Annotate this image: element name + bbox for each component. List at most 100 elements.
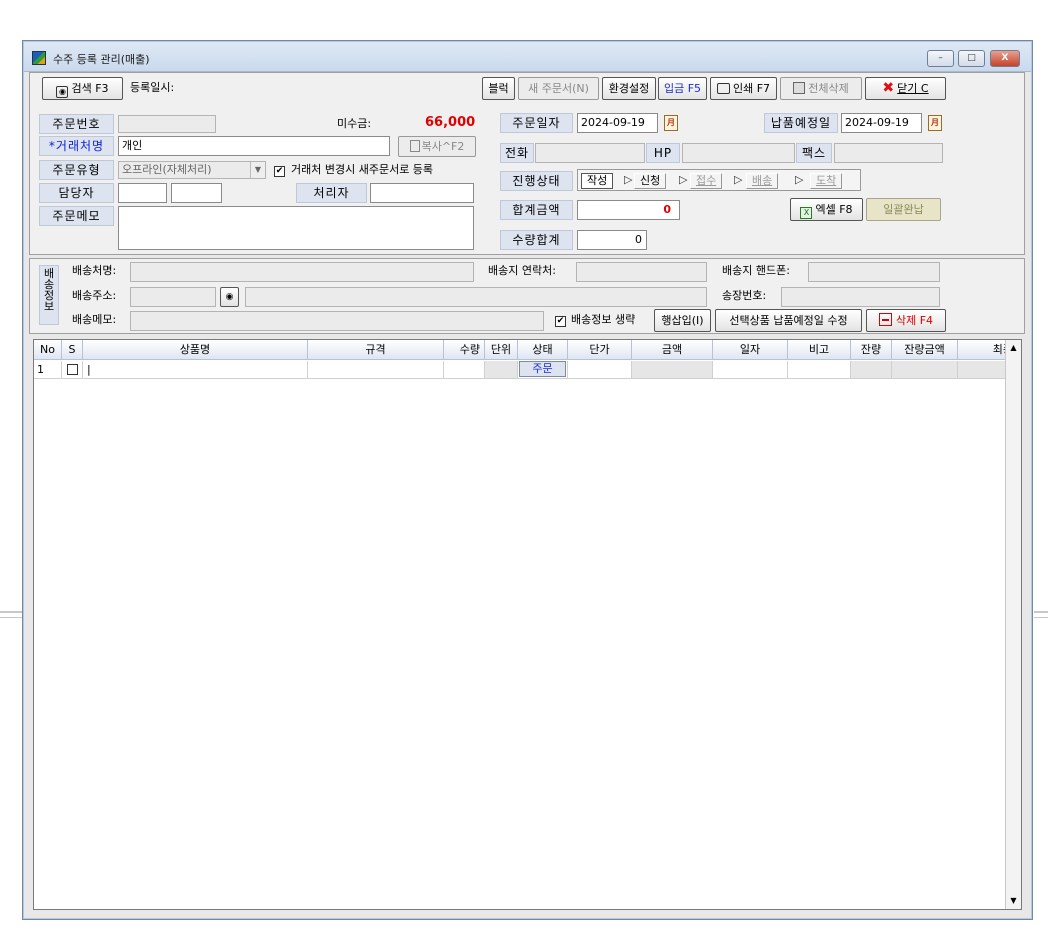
title-bar[interactable]: 수주 등록 관리(매출) – □ X xyxy=(24,42,1031,72)
total-label: 합계금액 xyxy=(500,200,573,220)
scroll-up-icon[interactable]: ▲ xyxy=(1006,340,1021,356)
insert-row-button[interactable]: 행삽입(I) xyxy=(654,309,711,332)
ship-address-label: 배송주소: xyxy=(72,289,117,302)
col-product[interactable]: 상품명 xyxy=(83,340,308,360)
ship-mobile-field[interactable] xyxy=(808,262,940,282)
bulk-paid-button[interactable]: 일괄완납 xyxy=(866,198,941,221)
progress-steps: 작성 ▷ 신청 ▷ 접수 ▷ 배송 ▷ 도착 xyxy=(577,169,861,191)
new-on-change-checkbox[interactable]: ✔ xyxy=(274,166,285,177)
arrow-right-icon: ▷ xyxy=(734,173,743,186)
col-final-label: 최종 xyxy=(992,343,1005,356)
delete-button[interactable]: 삭제 F4 xyxy=(866,309,946,332)
copy-button[interactable]: 복사^F2 xyxy=(398,136,476,157)
minimize-button[interactable]: – xyxy=(927,50,954,67)
fax-field[interactable] xyxy=(834,143,943,163)
col-spec[interactable]: 규격 xyxy=(308,340,444,360)
col-qty[interactable]: 수량 xyxy=(444,340,485,360)
deposit-button[interactable]: 입금 F5 xyxy=(658,77,707,100)
row-spec-cell[interactable] xyxy=(308,361,444,379)
zipcode-field[interactable] xyxy=(130,287,216,307)
vertical-scrollbar[interactable]: ▲ ▼ xyxy=(1005,340,1021,909)
maximize-button[interactable]: □ xyxy=(958,50,985,67)
print-button[interactable]: 인쇄 F7 xyxy=(710,77,777,100)
calendar-icon[interactable]: 月 xyxy=(664,115,678,131)
col-final[interactable]: 최종 xyxy=(958,340,1006,360)
hp-field[interactable] xyxy=(682,143,795,163)
copy-icon xyxy=(409,140,420,152)
chevron-down-icon[interactable]: ▼ xyxy=(250,162,265,178)
col-note[interactable]: 비고 xyxy=(788,340,851,360)
col-status[interactable]: 상태 xyxy=(518,340,568,360)
arrow-right-icon: ▷ xyxy=(795,173,804,186)
row-checkbox-cell[interactable] xyxy=(62,361,83,379)
phone-field[interactable] xyxy=(535,143,645,163)
ship-address-field[interactable] xyxy=(245,287,707,307)
delete-all-button[interactable]: 전체삭제 xyxy=(780,77,862,100)
search-label: 검색 F3 xyxy=(71,82,109,95)
col-remaining-amount[interactable]: 잔량금액 xyxy=(892,340,958,360)
row-qty-cell[interactable] xyxy=(444,361,485,379)
row-checkbox[interactable] xyxy=(67,364,78,375)
calendar-icon[interactable]: 月 xyxy=(928,115,942,131)
order-no-field[interactable] xyxy=(118,115,216,133)
col-amount[interactable]: 금액 xyxy=(632,340,713,360)
row-unit-cell[interactable] xyxy=(485,361,518,379)
background-line xyxy=(0,611,22,613)
arrow-right-icon: ▷ xyxy=(624,173,633,186)
memo-textarea[interactable] xyxy=(118,206,474,250)
col-unit-price[interactable]: 단가 xyxy=(568,340,632,360)
search-button[interactable]: ◉ 검색 F3 xyxy=(42,77,123,100)
row-note-cell[interactable] xyxy=(788,361,851,379)
new-order-button[interactable]: 새 주문서(N) xyxy=(518,77,599,100)
omit-shipping-checkbox[interactable]: ✔ xyxy=(555,316,566,327)
scroll-down-icon[interactable]: ▼ xyxy=(1006,893,1021,909)
step-ship[interactable]: 배송 xyxy=(746,173,779,189)
edit-delivery-date-button[interactable]: 선택상품 납품예정일 수정 xyxy=(715,309,862,332)
ship-name-field[interactable] xyxy=(130,262,474,282)
invoice-field[interactable] xyxy=(781,287,940,307)
settings-button[interactable]: 환경설정 xyxy=(602,77,656,100)
col-remaining[interactable]: 잔량 xyxy=(851,340,892,360)
ship-mobile-label: 배송지 핸드폰: xyxy=(722,264,790,277)
delivery-date-field[interactable]: 2024-09-19 xyxy=(841,113,922,133)
manager-code-field[interactable] xyxy=(118,183,167,203)
col-date[interactable]: 일자 xyxy=(713,340,788,360)
row-product-cell[interactable]: | xyxy=(83,361,308,379)
col-select[interactable]: S xyxy=(62,340,83,360)
customer-field[interactable]: 개인 xyxy=(118,136,390,156)
search-icon[interactable]: ◉ xyxy=(220,287,239,307)
manager-name-field[interactable] xyxy=(171,183,222,203)
manager-label: 담당자 xyxy=(39,183,114,203)
ship-contact-field[interactable] xyxy=(576,262,707,282)
ship-memo-field[interactable] xyxy=(130,311,544,331)
step-apply[interactable]: 신청 xyxy=(634,173,667,189)
row-date-cell[interactable] xyxy=(713,361,788,379)
col-unit[interactable]: 단위 xyxy=(485,340,518,360)
row-unit-price-cell[interactable] xyxy=(568,361,632,379)
row-amount-cell xyxy=(632,361,713,379)
row-status-cell[interactable]: 주문 xyxy=(518,361,568,379)
row-remaining-amount-cell xyxy=(892,361,958,379)
excel-icon: X xyxy=(800,207,813,219)
omit-shipping-label: 배송정보 생략 xyxy=(571,313,636,326)
handler-label: 처리자 xyxy=(296,183,367,203)
order-type-select[interactable]: 오프라인(자체처리) ▼ xyxy=(118,161,266,179)
col-no[interactable]: No xyxy=(34,340,62,360)
step-write[interactable]: 작성 xyxy=(581,173,614,189)
phone-label: 전화 xyxy=(500,143,534,163)
reg-date-label: 등록일시: xyxy=(130,81,175,94)
close-window-button[interactable]: X xyxy=(990,50,1020,67)
close-label: 닫기 C xyxy=(897,82,929,95)
status-badge[interactable]: 주문 xyxy=(519,361,566,377)
handler-field[interactable] xyxy=(370,183,474,203)
fax-label: 팩스 xyxy=(796,143,832,163)
excel-button[interactable]: X 엑셀 F8 xyxy=(790,198,863,221)
close-button[interactable]: ✖ 닫기 C xyxy=(865,77,946,100)
excel-label: 엑셀 F8 xyxy=(815,203,853,216)
step-receive[interactable]: 접수 xyxy=(690,173,723,189)
delivery-date-label: 납품예정일 xyxy=(764,113,838,133)
minus-icon xyxy=(878,313,892,326)
order-date-field[interactable]: 2024-09-19 xyxy=(577,113,658,133)
block-button[interactable]: 블럭 xyxy=(482,77,515,100)
step-arrive[interactable]: 도착 xyxy=(810,173,843,189)
